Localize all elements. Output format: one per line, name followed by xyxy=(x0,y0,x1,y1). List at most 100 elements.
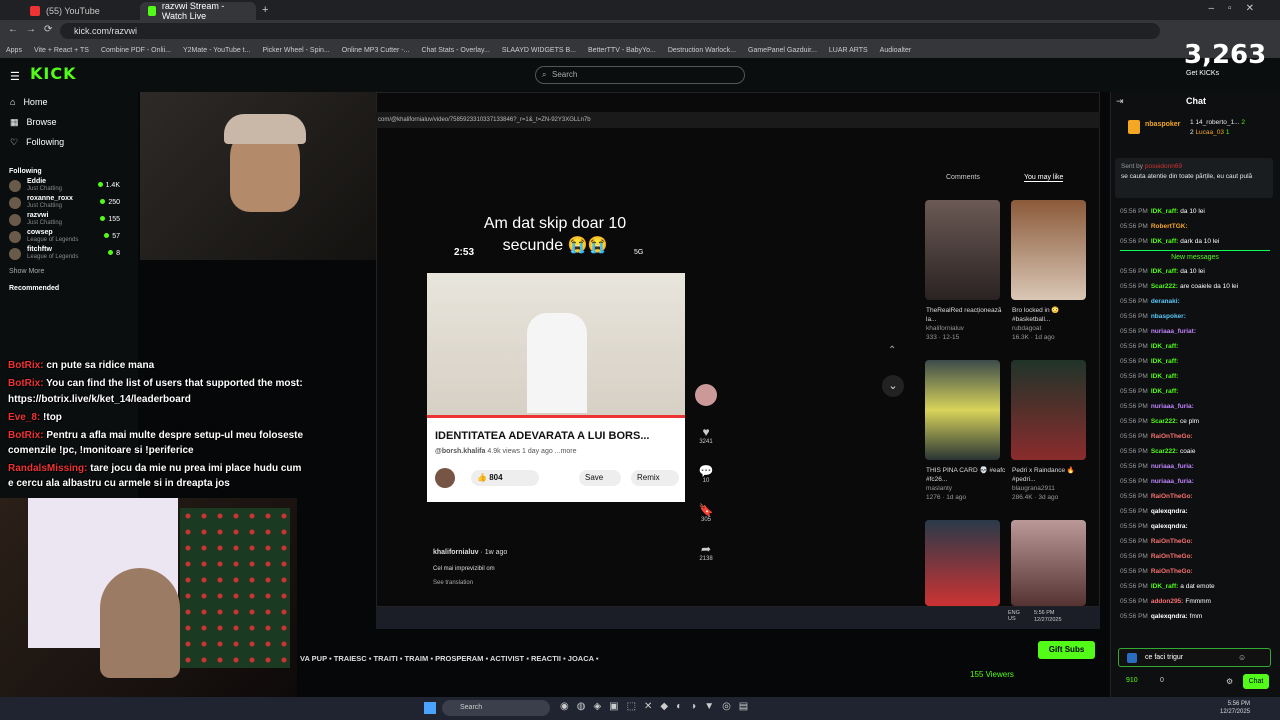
new-tab-icon[interactable]: + xyxy=(262,4,268,16)
bookmark-item[interactable]: Vite + React + TS xyxy=(34,47,89,54)
chat-username[interactable]: RobertTGK: xyxy=(1151,223,1188,230)
rec-thumbnail[interactable] xyxy=(925,200,1000,300)
channel-avatar[interactable] xyxy=(435,468,455,488)
chat-message[interactable]: 05:56 PM IDK_raff: xyxy=(1120,358,1180,365)
chat-username[interactable]: addon295: xyxy=(1151,598,1184,605)
url-field[interactable]: kick.com/razvwi xyxy=(60,23,1160,39)
taskbar-clock[interactable]: 5:56 PM 12/27/2025 xyxy=(1220,700,1250,716)
settings-icon[interactable]: ⚙ xyxy=(1226,677,1233,686)
share-action[interactable]: ➦ 2138 xyxy=(692,542,720,562)
chat-input[interactable]: ce faci trigur xyxy=(1118,648,1271,667)
bookmark-item[interactable]: GamePanel Gazduir... xyxy=(748,47,817,54)
windows-start-icon[interactable] xyxy=(424,702,436,714)
creator-avatar[interactable] xyxy=(695,384,717,406)
chat-message[interactable]: 05:56 PM RaiOnTheGo: xyxy=(1120,553,1195,560)
chat-username[interactable]: nbaspoker: xyxy=(1151,313,1186,320)
bookmark-item[interactable]: Y2Mate - YouTube t... xyxy=(183,47,250,54)
sidebar-item-following[interactable]: ♡ Following xyxy=(0,132,138,152)
chat-message[interactable]: 05:56 PM deranaki: xyxy=(1120,298,1182,305)
kick-logo[interactable]: KICK xyxy=(30,64,77,83)
chat-username[interactable]: IDK_raff: xyxy=(1151,208,1178,215)
chat-message[interactable]: 05:56 PM RaiOnTheGo: xyxy=(1120,493,1195,500)
chat-username[interactable]: qalexqndra: xyxy=(1151,613,1188,620)
scroll-down-icon[interactable]: ⌄ xyxy=(882,375,904,397)
top-name[interactable]: 14_roberto_1... xyxy=(1195,119,1239,126)
new-messages-divider[interactable]: New messages xyxy=(1120,250,1270,265)
chat-username[interactable]: IDK_raff: xyxy=(1151,388,1178,395)
chat-username[interactable]: RaiOnTheGo: xyxy=(1151,433,1193,440)
gift-counter[interactable]: 0 xyxy=(1160,677,1164,684)
chat-username[interactable]: IDK_raff: xyxy=(1151,268,1178,275)
chat-username[interactable]: IDK_raff: xyxy=(1151,238,1178,245)
chat-message[interactable]: 05:56 PM Scar222: are coaiele da 10 lei xyxy=(1120,283,1238,290)
chat-message[interactable]: 05:56 PM qalexqndra: fmm xyxy=(1120,613,1202,620)
rec-thumbnail[interactable] xyxy=(925,360,1000,460)
taskbar-app-icons[interactable]: ◉◍◈▣⬚✕◆◐◑▼◎▤ xyxy=(560,701,756,712)
chat-username[interactable]: IDK_raff: xyxy=(1151,373,1178,380)
chat-username[interactable]: nuriaaa_furiat: xyxy=(1151,328,1196,335)
chat-message[interactable]: 05:56 PM RaiOnTheGo: xyxy=(1120,433,1195,440)
chat-message[interactable]: 05:56 PM IDK_raff: xyxy=(1120,343,1180,350)
chat-username[interactable]: RaiOnTheGo: xyxy=(1151,538,1193,545)
chat-message[interactable]: 05:56 PM qalexqndra: xyxy=(1120,523,1190,530)
bookmark-item[interactable]: Online MP3 Cutter -... xyxy=(342,47,410,54)
chat-username[interactable]: RaiOnTheGo: xyxy=(1151,568,1193,575)
following-channel[interactable]: fitchftw League of Legends 8 xyxy=(0,245,138,262)
bookmark-item[interactable]: Combine PDF - Onlii... xyxy=(101,47,171,54)
yt-channel[interactable]: @borsh.khalifa xyxy=(435,448,485,455)
bookmark-action[interactable]: 🔖 305 xyxy=(692,503,720,523)
chat-message[interactable]: 05:56 PM RobertTGK: xyxy=(1120,223,1190,230)
following-channel[interactable]: razvwi Just Chatting 155 xyxy=(0,211,138,228)
post-author[interactable]: khalifornialuv · 1w ago xyxy=(433,549,507,556)
chat-message[interactable]: 05:56 PM nuriaaa_furia: xyxy=(1120,403,1196,410)
chat-message[interactable]: 05:56 PM addon295: Fmmmm xyxy=(1120,598,1211,605)
chat-username[interactable]: IDK_raff: xyxy=(1151,358,1178,365)
top-gifter[interactable]: nbaspoker xyxy=(1145,121,1180,128)
bookmark-item[interactable]: Destruction Warlock... xyxy=(668,47,736,54)
following-channel[interactable]: roxanne_roxx Just Chatting 250 xyxy=(0,194,138,211)
menu-icon[interactable]: ☰ xyxy=(10,70,20,83)
window-controls[interactable]: –▫✕ xyxy=(1209,3,1269,14)
chat-username[interactable]: qalexqndra: xyxy=(1151,508,1188,515)
chat-message[interactable]: 05:56 PM nbaspoker: xyxy=(1120,313,1188,320)
chat-username[interactable]: Scar222: xyxy=(1151,448,1178,455)
chat-username[interactable]: IDK_raff: xyxy=(1151,583,1178,590)
chat-message[interactable]: 05:56 PM nuriaaa_furia: xyxy=(1120,463,1196,470)
chat-send-button[interactable]: Chat xyxy=(1243,674,1269,689)
tab-comments[interactable]: Comments xyxy=(946,174,980,181)
tab-youtube[interactable]: (55) YouTube xyxy=(22,2,138,20)
save-button[interactable]: Save xyxy=(579,470,621,486)
bookmark-item[interactable]: BetterTTV - BabyYo... xyxy=(588,47,656,54)
chat-username[interactable]: RaiOnTheGo: xyxy=(1151,553,1193,560)
chat-username[interactable]: Scar222: xyxy=(1151,283,1178,290)
top-name[interactable]: Lucaa_03 xyxy=(1195,129,1224,136)
chat-username[interactable]: IDK_raff: xyxy=(1151,343,1178,350)
chat-message[interactable]: 05:56 PM Scar222: ce plm xyxy=(1120,418,1199,425)
chat-message[interactable]: 05:56 PM IDK_raff: dark da 10 lei xyxy=(1120,238,1219,245)
bookmark-item[interactable]: Audioalter xyxy=(880,47,912,54)
chat-username[interactable]: nuriaaa_furia: xyxy=(1151,463,1194,470)
sidebar-item-home[interactable]: ⌂ Home xyxy=(0,92,138,112)
nav-arrows-icon[interactable]: ←→⟳ xyxy=(8,24,60,35)
chat-username[interactable]: deranaki: xyxy=(1151,298,1180,305)
following-channel[interactable]: Eddie Just Chatting 1.4K xyxy=(0,177,138,194)
chat-message[interactable]: 05:56 PM IDK_raff: a dat emote xyxy=(1120,583,1215,590)
chat-message[interactable]: 05:56 PM RaiOnTheGo: xyxy=(1120,568,1195,575)
chat-username[interactable]: Scar222: xyxy=(1151,418,1178,425)
rec-thumbnail[interactable] xyxy=(1011,360,1086,460)
rec-thumbnail[interactable] xyxy=(1011,520,1086,606)
chat-message[interactable]: 05:56 PM RaiOnTheGo: xyxy=(1120,538,1195,545)
chat-username[interactable]: nuriaaa_furia: xyxy=(1151,478,1194,485)
chat-username[interactable]: nuriaaa_furia: xyxy=(1151,403,1194,410)
collapse-chat-icon[interactable]: ⇥ xyxy=(1116,96,1124,107)
tab-you-may-like[interactable]: You may like xyxy=(1024,174,1064,182)
chat-message[interactable]: 05:56 PM IDK_raff: xyxy=(1120,388,1180,395)
tab-kick[interactable]: razvwi Stream - Watch Live xyxy=(140,1,256,21)
like-button[interactable]: 👍 804 xyxy=(471,470,539,486)
bookmark-item[interactable]: Picker Wheel - Spin... xyxy=(262,47,329,54)
chat-message[interactable]: 05:56 PM IDK_raff: xyxy=(1120,373,1180,380)
chat-username[interactable]: qalexqndra: xyxy=(1151,523,1188,530)
chat-message[interactable]: 05:56 PM nuriaaa_furia: xyxy=(1120,478,1196,485)
sidebar-item-browse[interactable]: ▦ Browse xyxy=(0,112,138,132)
chat-message[interactable]: 05:56 PM nuriaaa_furiat: xyxy=(1120,328,1198,335)
